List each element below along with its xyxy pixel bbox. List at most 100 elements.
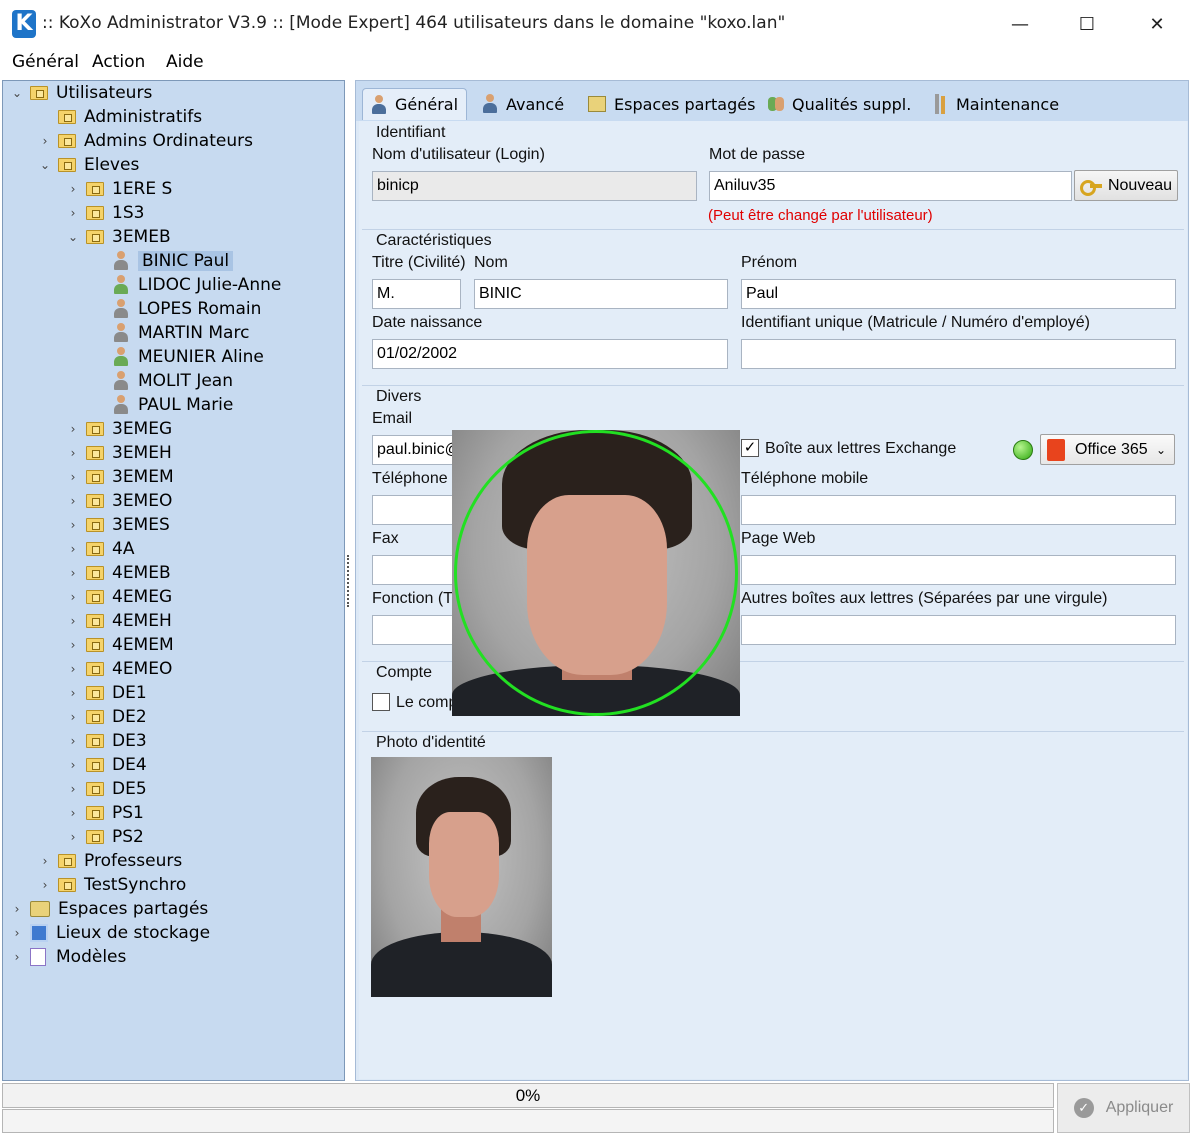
tree-item[interactable]: › 4EMEB (66, 561, 171, 585)
close-button[interactable]: ✕ (1127, 0, 1187, 48)
mailbox-type-select[interactable]: Office 365 ⌄ (1040, 434, 1175, 465)
chevron-right-icon[interactable]: › (66, 422, 80, 436)
nom-field[interactable]: BINIC (474, 279, 728, 309)
tree-user-item[interactable]: LOPES Romain (94, 297, 261, 321)
chevron-down-icon[interactable]: ⌄ (66, 230, 80, 244)
chevron-right-icon[interactable]: › (66, 614, 80, 628)
password-field[interactable]: Aniluv35 (709, 171, 1072, 201)
mobile-field[interactable] (741, 495, 1176, 525)
tree-item[interactable]: › 3EMEO (66, 489, 173, 513)
tree-item[interactable]: › PS2 (66, 825, 144, 849)
chevron-right-icon[interactable]: › (66, 686, 80, 700)
chevron-right-icon[interactable]: › (66, 758, 80, 772)
tree-item[interactable]: › 3EMEM (66, 465, 174, 489)
tree-item[interactable]: › 4EMEH (66, 609, 172, 633)
chevron-right-icon[interactable]: › (66, 734, 80, 748)
chevron-right-icon[interactable]: › (10, 950, 24, 964)
menu-aide[interactable]: Aide (166, 52, 204, 72)
chevron-right-icon[interactable]: › (66, 494, 80, 508)
tree-user-item[interactable]: BINIC Paul (94, 249, 234, 273)
chevron-right-icon[interactable]: › (66, 518, 80, 532)
minimize-button[interactable]: — (990, 0, 1050, 48)
tree-item[interactable]: › 4EMEG (66, 585, 173, 609)
tree-item[interactable]: › DE2 (66, 705, 147, 729)
chevron-right-icon[interactable]: › (66, 206, 80, 220)
chevron-right-icon[interactable]: › (66, 782, 80, 796)
chevron-right-icon[interactable]: › (66, 542, 80, 556)
chevron-right-icon[interactable]: › (66, 830, 80, 844)
tools-icon (932, 94, 948, 114)
chevron-right-icon[interactable]: › (66, 638, 80, 652)
function-label: Fonction (T (372, 590, 453, 607)
tree-item[interactable]: › 3EMEH (66, 441, 172, 465)
tree-item[interactable]: › Professeurs (38, 849, 183, 873)
tab-label: Espaces partagés (614, 94, 756, 114)
tab-qualites-suppl[interactable]: Qualités suppl. (760, 88, 919, 120)
other-mailboxes-field[interactable] (741, 615, 1176, 645)
chevron-down-icon[interactable]: ⌄ (10, 86, 24, 100)
chevron-right-icon[interactable]: › (66, 446, 80, 460)
tree-item[interactable]: › 4EMEM (66, 633, 174, 657)
tree-user-item[interactable]: MEUNIER Aline (94, 345, 264, 369)
tree-item[interactable]: › TestSynchro (38, 873, 187, 897)
identity-photo[interactable] (371, 757, 552, 997)
account-checkbox[interactable] (372, 693, 390, 711)
chevron-right-icon[interactable]: › (38, 134, 52, 148)
tree-item[interactable]: › Espaces partagés (10, 897, 209, 921)
prenom-field[interactable]: Paul (741, 279, 1176, 309)
chevron-right-icon[interactable]: › (66, 566, 80, 580)
web-field[interactable] (741, 555, 1176, 585)
chevron-down-icon[interactable]: ⌄ (38, 158, 52, 172)
apply-button[interactable]: ✓ Appliquer (1057, 1083, 1190, 1133)
tree-item[interactable]: › Lieux de stockage (10, 921, 210, 945)
login-field[interactable]: binicp (372, 171, 697, 201)
chevron-right-icon[interactable]: › (66, 470, 80, 484)
tree-item[interactable]: ⌄ 3EMEB (66, 225, 171, 249)
menu-action[interactable]: Action (92, 52, 145, 72)
tree-item[interactable]: › PS1 (66, 801, 144, 825)
chevron-right-icon[interactable]: › (38, 878, 52, 892)
photo-zoom-overlay (452, 430, 740, 716)
tree-item[interactable]: › 4EMEO (66, 657, 173, 681)
tree-item[interactable]: › 3EMEG (66, 417, 173, 441)
tree-item[interactable]: ⌄ Eleves (38, 153, 139, 177)
chevron-right-icon[interactable]: › (66, 710, 80, 724)
tree-user-item[interactable]: MOLIT Jean (94, 369, 233, 393)
user-icon (371, 94, 387, 115)
menu-general[interactable]: Général (12, 52, 79, 72)
chevron-right-icon[interactable]: › (10, 926, 24, 940)
chevron-right-icon[interactable]: › (66, 662, 80, 676)
tree-item[interactable]: › DE5 (66, 777, 147, 801)
exchange-checkbox[interactable]: ✓ (741, 439, 759, 457)
tree-item[interactable]: › DE1 (66, 681, 147, 705)
tree-item[interactable]: › 3EMES (66, 513, 170, 537)
password-label: Mot de passe (709, 146, 806, 163)
splitter-handle[interactable] (347, 555, 351, 607)
unique-id-field[interactable] (741, 339, 1176, 369)
dob-field[interactable]: 01/02/2002 (372, 339, 728, 369)
tree-user-item[interactable]: LIDOC Julie-Anne (94, 273, 281, 297)
chevron-right-icon[interactable]: › (66, 182, 80, 196)
tab-espaces-partages[interactable]: Espaces partagés (580, 88, 763, 120)
tree-item[interactable]: › DE3 (66, 729, 147, 753)
tree-user-item[interactable]: MARTIN Marc (94, 321, 249, 345)
tab-general[interactable]: Général (362, 88, 468, 120)
chevron-right-icon[interactable]: › (66, 590, 80, 604)
chevron-right-icon[interactable]: › (38, 854, 52, 868)
tree-item[interactable]: › 1ERE S (66, 177, 173, 201)
chevron-right-icon[interactable]: › (66, 806, 80, 820)
tree-item[interactable]: Administratifs (38, 105, 202, 129)
tree-item[interactable]: › Modèles (10, 945, 127, 969)
tree-item[interactable]: › 4A (66, 537, 135, 561)
civilite-field[interactable]: M. (372, 279, 461, 309)
tree-item[interactable]: › 1S3 (66, 201, 145, 225)
tab-avance[interactable]: Avancé (474, 88, 572, 120)
maximize-button[interactable]: ☐ (1057, 0, 1117, 48)
chevron-right-icon[interactable]: › (10, 902, 24, 916)
tree-item[interactable]: › DE4 (66, 753, 147, 777)
new-password-button[interactable]: Nouveau (1074, 170, 1178, 201)
tree-item[interactable]: › Admins Ordinateurs (38, 129, 253, 153)
tree-user-item[interactable]: PAUL Marie (94, 393, 233, 417)
tree-item[interactable]: ⌄ Utilisateurs (10, 81, 152, 105)
tab-maintenance[interactable]: Maintenance (924, 88, 1067, 120)
